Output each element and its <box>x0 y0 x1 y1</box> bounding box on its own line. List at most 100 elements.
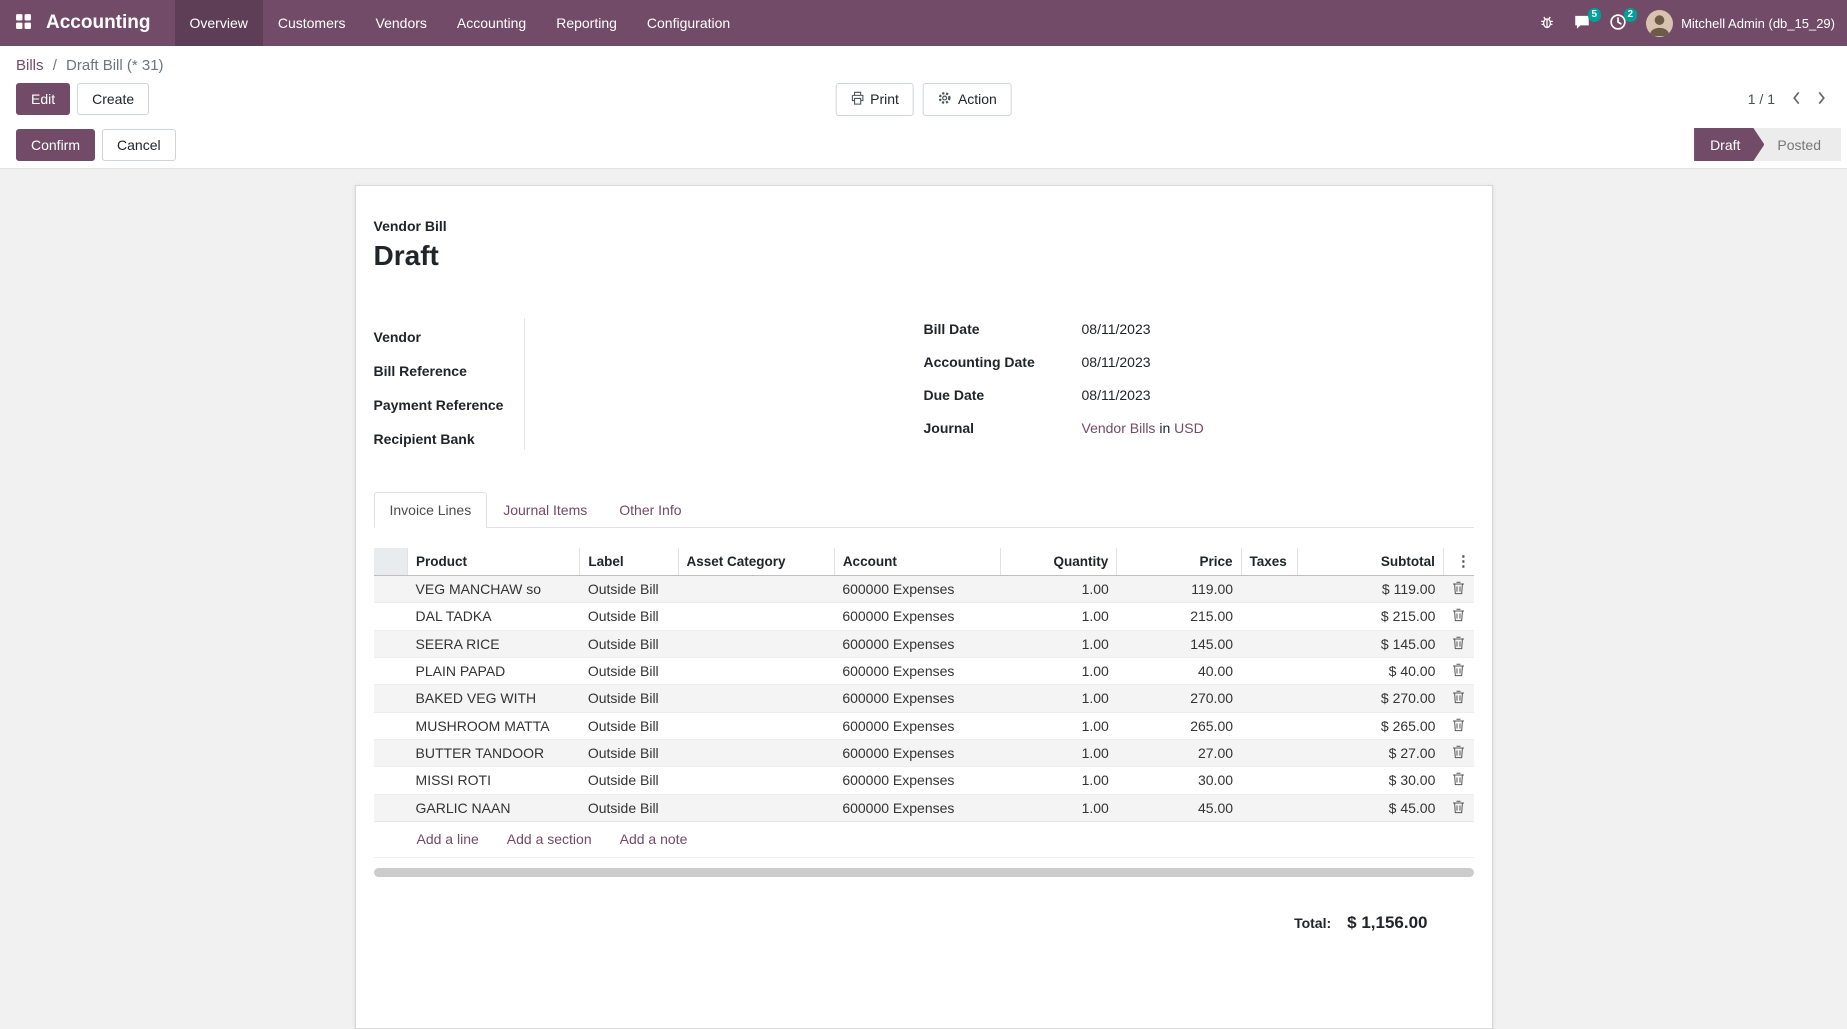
breadcrumb-bills-link[interactable]: Bills <box>16 57 44 74</box>
table-row: BUTTER TANDOOR Outside Bill 600000 Expen… <box>374 739 1474 766</box>
status-draft[interactable]: Draft <box>1694 128 1764 161</box>
statusbar: Draft Posted <box>1694 128 1841 161</box>
row-handle[interactable] <box>374 630 408 657</box>
messages-button[interactable]: 5 <box>1564 7 1600 40</box>
delete-line-icon[interactable] <box>1449 771 1468 789</box>
row-handle[interactable] <box>374 685 408 712</box>
delete-line-icon[interactable] <box>1449 689 1468 707</box>
cell-product: MUSHROOM MATTA <box>408 712 580 739</box>
col-subtotal[interactable]: Subtotal <box>1297 548 1443 576</box>
accounting-date-value[interactable]: 08/11/2023 <box>1082 354 1474 370</box>
printer-icon <box>850 91 864 108</box>
row-handle[interactable] <box>374 712 408 739</box>
row-handle[interactable] <box>374 767 408 794</box>
menu-item-vendors[interactable]: Vendors <box>361 0 442 46</box>
col-account[interactable]: Account <box>834 548 1000 576</box>
print-button[interactable]: Print <box>835 83 914 116</box>
user-menu[interactable]: Mitchell Admin (db_15_29) <box>1636 10 1835 37</box>
bill-date-label: Bill Date <box>924 321 1082 337</box>
delete-line-icon[interactable] <box>1449 635 1468 653</box>
delete-line-icon[interactable] <box>1449 717 1468 735</box>
activities-button[interactable]: 2 <box>1600 7 1636 40</box>
tab-other-info[interactable]: Other Info <box>603 492 697 528</box>
horizontal-scrollbar[interactable] <box>374 868 1474 877</box>
add-a-note-link[interactable]: Add a note <box>620 831 688 847</box>
table-row: MISSI ROTI Outside Bill 600000 Expenses … <box>374 767 1474 794</box>
optional-columns-toggle-icon[interactable]: ⋮ <box>1452 554 1475 569</box>
tab-invoice-lines[interactable]: Invoice Lines <box>374 492 488 528</box>
journal-link[interactable]: Vendor Bills <box>1082 420 1156 436</box>
row-handle[interactable] <box>374 739 408 766</box>
bill-date-value[interactable]: 08/11/2023 <box>1082 321 1474 337</box>
row-handle[interactable] <box>374 576 408 603</box>
vendor-label: Vendor <box>374 329 524 345</box>
col-price[interactable]: Price <box>1117 548 1241 576</box>
create-button[interactable]: Create <box>77 83 149 115</box>
cancel-button[interactable]: Cancel <box>102 129 176 161</box>
cell-subtotal: $ 40.00 <box>1297 657 1443 684</box>
apps-menu-button[interactable] <box>0 0 46 46</box>
right-field-group: Bill Date 08/11/2023 Accounting Date 08/… <box>924 316 1474 452</box>
cell-asset-category <box>678 685 834 712</box>
col-label[interactable]: Label <box>580 548 678 576</box>
tab-journal-items[interactable]: Journal Items <box>487 492 603 528</box>
edit-button-label: Edit <box>31 91 55 107</box>
delete-line-icon[interactable] <box>1449 662 1468 680</box>
bill-reference-value[interactable] <box>524 355 924 376</box>
delete-line-icon[interactable] <box>1449 580 1468 598</box>
cell-product: BAKED VEG WITH <box>408 685 580 712</box>
menu-item-reporting[interactable]: Reporting <box>541 0 632 46</box>
menu-item-accounting[interactable]: Accounting <box>442 0 541 46</box>
confirm-button[interactable]: Confirm <box>16 129 95 161</box>
delete-line-icon[interactable] <box>1449 799 1468 817</box>
pager-next-button[interactable] <box>1812 87 1831 112</box>
cell-quantity: 1.00 <box>1001 657 1117 684</box>
due-date-value[interactable]: 08/11/2023 <box>1082 387 1474 403</box>
cell-taxes <box>1241 739 1297 766</box>
cell-account: 600000 Expenses <box>834 739 1000 766</box>
status-posted[interactable]: Posted <box>1753 128 1841 161</box>
total-value: $ 1,156.00 <box>1347 913 1427 933</box>
control-panel: Bills / Draft Bill (* 31) Edit Create Pr… <box>0 46 1847 169</box>
vendor-value[interactable] <box>524 321 924 342</box>
col-taxes[interactable]: Taxes <box>1241 548 1297 576</box>
row-handle[interactable] <box>374 794 408 821</box>
cell-price: 45.00 <box>1117 794 1241 821</box>
action-button[interactable]: Action <box>923 83 1012 116</box>
edit-button[interactable]: Edit <box>16 83 70 115</box>
document-type-label: Vendor Bill <box>374 218 1474 234</box>
row-handle[interactable] <box>374 657 408 684</box>
cell-asset-category <box>678 712 834 739</box>
menu-item-configuration[interactable]: Configuration <box>632 0 745 46</box>
col-product[interactable]: Product <box>408 548 580 576</box>
app-brand[interactable]: Accounting <box>46 0 175 46</box>
add-a-line-link[interactable]: Add a line <box>417 831 479 847</box>
currency-link[interactable]: USD <box>1174 420 1204 436</box>
cell-quantity: 1.00 <box>1001 739 1117 766</box>
payment-reference-value[interactable] <box>524 389 924 410</box>
add-a-section-link[interactable]: Add a section <box>507 831 592 847</box>
cell-asset-category <box>678 603 834 630</box>
table-row: VEG MANCHAW so Outside Bill 600000 Expen… <box>374 576 1474 603</box>
col-quantity[interactable]: Quantity <box>1001 548 1117 576</box>
main-menu: Overview Customers Vendors Accounting Re… <box>175 0 746 46</box>
cell-product: SEERA RICE <box>408 630 580 657</box>
cell-subtotal: $ 145.00 <box>1297 630 1443 657</box>
row-handle[interactable] <box>374 603 408 630</box>
cell-subtotal: $ 265.00 <box>1297 712 1443 739</box>
col-asset-category[interactable]: Asset Category <box>678 548 834 576</box>
bug-icon <box>1539 14 1555 33</box>
menu-item-customers[interactable]: Customers <box>263 0 361 46</box>
cell-asset-category <box>678 739 834 766</box>
delete-line-icon[interactable] <box>1449 744 1468 762</box>
pager-previous-button[interactable] <box>1787 87 1806 112</box>
menu-item-overview[interactable]: Overview <box>175 0 263 46</box>
debug-mode-button[interactable] <box>1530 8 1564 39</box>
cell-label: Outside Bill <box>580 739 678 766</box>
delete-line-icon[interactable] <box>1449 607 1468 625</box>
cell-quantity: 1.00 <box>1001 794 1117 821</box>
cancel-button-label: Cancel <box>117 137 161 153</box>
cell-asset-category <box>678 576 834 603</box>
total-label: Total: <box>1294 915 1331 931</box>
recipient-bank-value[interactable] <box>524 423 924 444</box>
